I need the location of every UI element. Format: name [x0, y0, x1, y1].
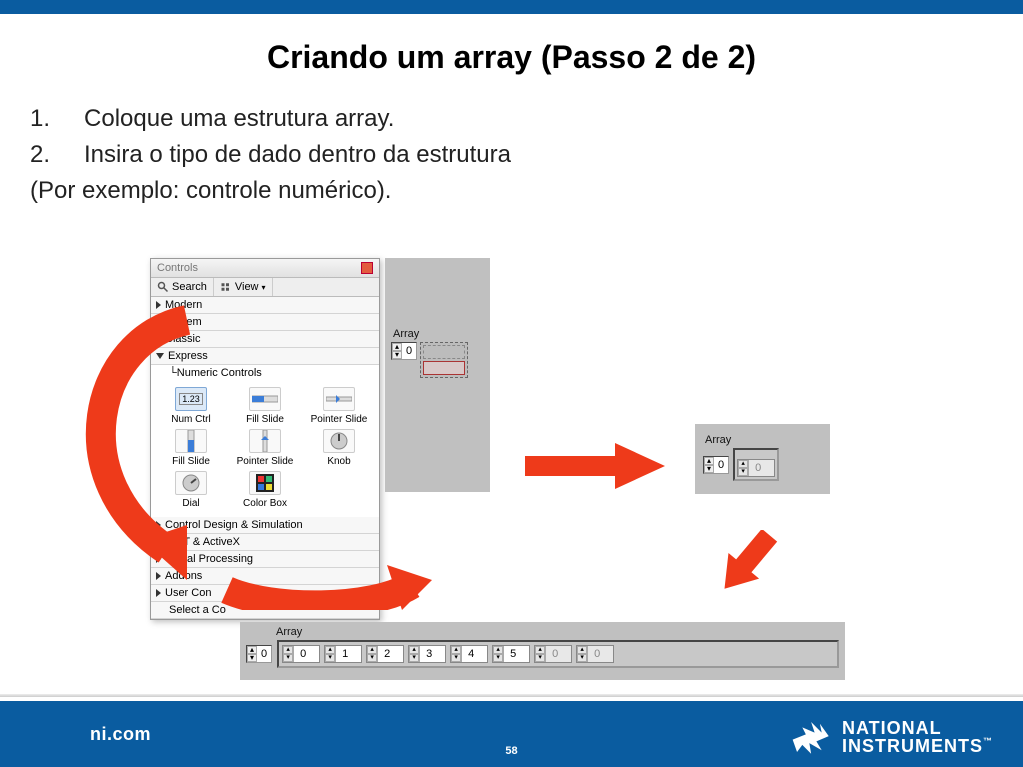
array-element-value: 5	[503, 646, 529, 662]
array-element-value: 0	[293, 646, 319, 662]
spin-up-icon[interactable]: ▴	[409, 646, 419, 654]
spin-down-icon[interactable]: ▾	[367, 654, 377, 662]
close-icon[interactable]	[361, 262, 373, 274]
example-text: (Por exemplo: controle numérico).	[30, 173, 993, 209]
spin-up-icon[interactable]: ▴	[738, 460, 748, 468]
array-index-value: 0	[257, 648, 271, 660]
array-index-control[interactable]: ▴▾ 0	[246, 645, 272, 663]
view-label: View	[235, 281, 259, 293]
ni-eagle-icon	[790, 715, 834, 759]
brand-line2: INSTRUMENTS	[842, 736, 983, 756]
spin-down-icon[interactable]: ▾	[493, 654, 503, 662]
step2-num: 2.	[30, 137, 64, 173]
chevron-down-icon: ▾	[262, 283, 266, 292]
array-element-control[interactable]: ▴▾0	[282, 645, 320, 663]
array-element-value: 0	[545, 646, 571, 662]
array-element-control[interactable]: ▴▾0	[576, 645, 614, 663]
footer: ni.com 58 NATIONAL INSTRUMENTS™	[0, 701, 1023, 767]
spin-up-icon[interactable]: ▴	[451, 646, 461, 654]
top-accent-bar	[0, 0, 1023, 14]
controls-palette-title: Controls	[157, 262, 198, 274]
spin-down-icon[interactable]: ▾	[738, 468, 748, 476]
array-element-control[interactable]: ▴▾5	[492, 645, 530, 663]
spin-up-icon[interactable]: ▴	[325, 646, 335, 654]
spin-down-icon[interactable]: ▾	[577, 654, 587, 662]
curved-arrow-icon	[72, 300, 432, 610]
tm-mark: ™	[983, 736, 993, 746]
spin-down-icon[interactable]: ▾	[535, 654, 545, 662]
arrow-right-icon	[525, 443, 665, 489]
spin-down-icon[interactable]: ▾	[409, 654, 419, 662]
front-panel-b: Array ▴▾ 0 ▴▾ 0	[695, 424, 830, 494]
footer-divider	[0, 694, 1023, 697]
search-label: Search	[172, 281, 207, 293]
front-panel-c: Array ▴▾ 0 ▴▾0 ▴▾1 ▴▾2 ▴▾3 ▴▾4 ▴▾5 ▴▾0 ▴…	[240, 622, 845, 680]
array-element-control[interactable]: ▴▾0	[534, 645, 572, 663]
spin-up-icon[interactable]: ▴	[493, 646, 503, 654]
array-index-control[interactable]: ▴▾ 0	[703, 456, 729, 474]
search-button[interactable]: Search	[151, 278, 214, 296]
array-element-control[interactable]: ▴▾3	[408, 645, 446, 663]
array-label: Array	[276, 626, 839, 638]
slide-title: Criando um array (Passo 2 de 2)	[0, 39, 1023, 76]
footer-domain: ni.com	[90, 724, 151, 745]
step2-text: Insira o tipo de dado dentro da estrutur…	[84, 141, 511, 168]
array-element-value: 3	[419, 646, 445, 662]
array-element-value: 2	[377, 646, 403, 662]
spin-down-icon[interactable]: ▾	[325, 654, 335, 662]
spin-down-icon[interactable]: ▾	[704, 465, 714, 473]
page-number: 58	[505, 745, 517, 757]
step1-text: Coloque uma estrutura array.	[84, 105, 394, 132]
array-element-control[interactable]: ▴▾2	[366, 645, 404, 663]
body-text: 1. Coloque uma estrutura array. 2. Insir…	[30, 101, 993, 209]
arrow-down-left-icon	[712, 530, 782, 594]
spin-up-icon[interactable]: ▴	[535, 646, 545, 654]
controls-palette-titlebar[interactable]: Controls	[151, 259, 379, 278]
array-index-value: 0	[714, 459, 728, 471]
spin-down-icon[interactable]: ▾	[283, 654, 293, 662]
spin-down-icon[interactable]: ▾	[247, 654, 257, 662]
array-label: Array	[705, 434, 822, 446]
array-element-value: 0	[587, 646, 613, 662]
view-button[interactable]: View▾	[214, 278, 273, 296]
array-element-control[interactable]: ▴▾1	[324, 645, 362, 663]
array-element-control[interactable]: ▴▾4	[450, 645, 488, 663]
spin-up-icon[interactable]: ▴	[367, 646, 377, 654]
brand-line1: NATIONAL	[842, 718, 942, 738]
array-element-control[interactable]: ▴▾ 0	[737, 459, 775, 477]
controls-toolbar: Search View▾	[151, 278, 379, 297]
spin-up-icon[interactable]: ▴	[283, 646, 293, 654]
array-element-value: 1	[335, 646, 361, 662]
ni-logo: NATIONAL INSTRUMENTS™	[790, 715, 993, 759]
array-element-value: 4	[461, 646, 487, 662]
customize-icon	[220, 281, 232, 293]
step1-num: 1.	[30, 101, 64, 137]
search-icon	[157, 281, 169, 293]
array-element-value: 0	[748, 460, 774, 476]
spin-up-icon[interactable]: ▴	[577, 646, 587, 654]
spin-down-icon[interactable]: ▾	[451, 654, 461, 662]
